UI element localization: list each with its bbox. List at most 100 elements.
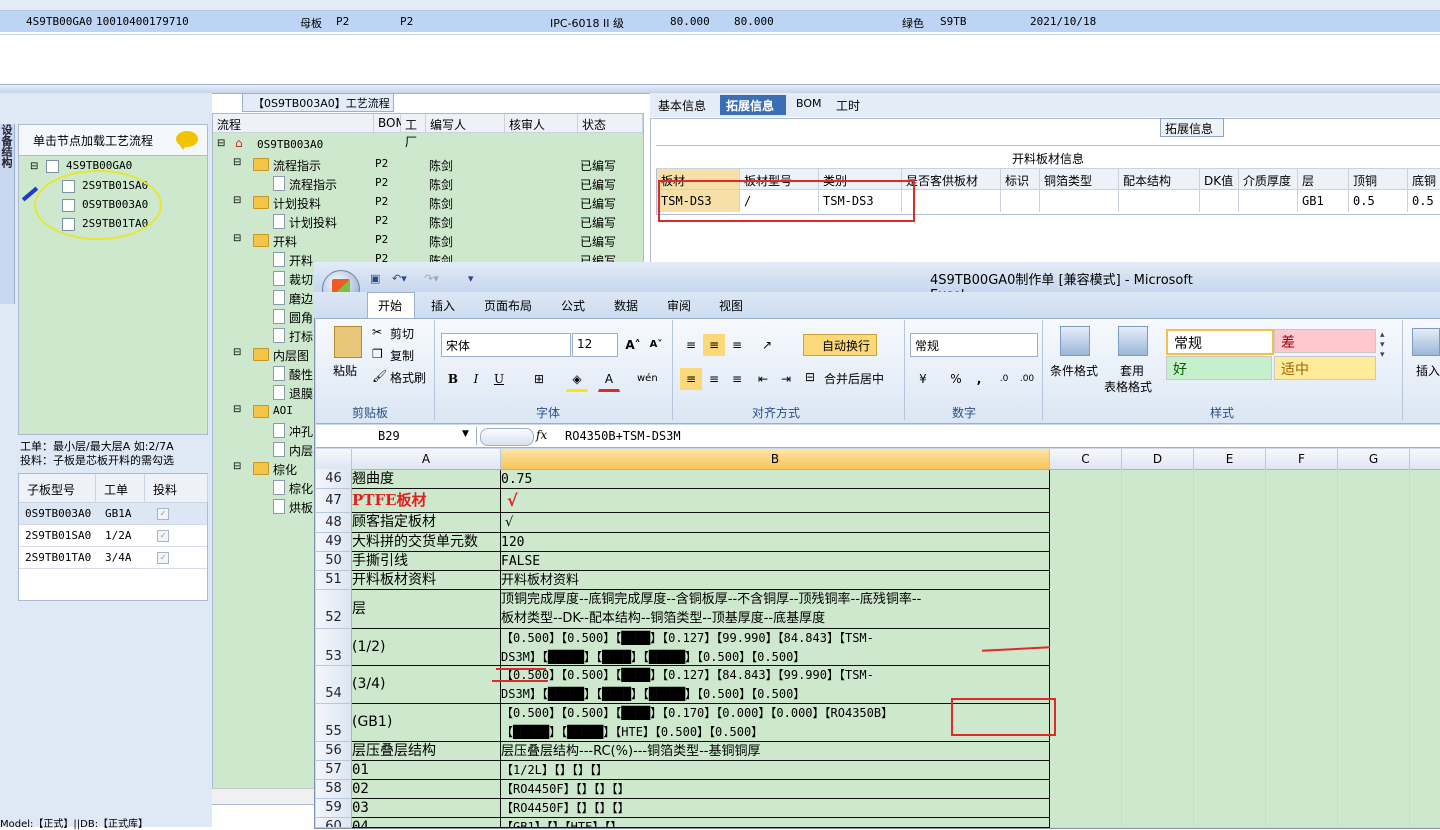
align-center-icon[interactable]: ≡ bbox=[703, 368, 725, 390]
customize-qat-icon[interactable]: ▾ bbox=[468, 272, 474, 286]
cell-b[interactable]: 【RO4450F】【】【】【】 bbox=[501, 799, 1050, 818]
paste-button[interactable]: 粘贴 bbox=[333, 362, 357, 379]
format-painter-button[interactable]: 格式刷 bbox=[390, 369, 426, 386]
feed-checkbox[interactable]: ✓ bbox=[157, 508, 169, 520]
row-header[interactable]: 55 bbox=[316, 704, 351, 742]
style-good[interactable]: 好 bbox=[1166, 356, 1272, 380]
tab-bom[interactable]: BOM bbox=[790, 95, 824, 115]
styles-scroll-icon[interactable]: ▴ ▾ ▾ bbox=[1380, 330, 1385, 360]
cell-a[interactable]: 层压叠层结构 bbox=[352, 742, 501, 761]
grow-font-icon[interactable]: A˄ bbox=[622, 334, 644, 356]
cell-a[interactable]: 层 bbox=[352, 590, 501, 629]
comma-icon[interactable]: , bbox=[968, 368, 990, 390]
align-middle-icon[interactable]: ≡ bbox=[703, 334, 725, 356]
row-header[interactable]: 58 bbox=[316, 780, 351, 799]
cell-a[interactable]: 顾客指定板材 bbox=[352, 513, 501, 533]
cell-b[interactable]: 顶铜完成厚度--底铜完成厚度--含铜板厚--不含铜厚--顶残铜率--底残铜率--… bbox=[501, 590, 1050, 629]
cell-a[interactable]: 大料拼的交货单元数 bbox=[352, 533, 501, 552]
tab-insert[interactable]: 插入 bbox=[431, 297, 455, 314]
row-header[interactable]: 56 bbox=[316, 742, 351, 761]
border-icon[interactable]: ⊞ bbox=[528, 368, 550, 390]
cell-b[interactable]: √ bbox=[501, 489, 1050, 513]
column-header-g[interactable]: G bbox=[1338, 449, 1410, 469]
cell-b[interactable]: 120 bbox=[501, 533, 1050, 552]
cell-a[interactable]: 手撕引线 bbox=[352, 552, 501, 571]
copy-button[interactable]: 复制 bbox=[390, 347, 414, 364]
format-as-table-line2[interactable]: 表格格式 bbox=[1104, 378, 1152, 395]
redo-icon[interactable]: ↷▾ bbox=[424, 272, 439, 286]
cell-a[interactable]: PTFE板材 bbox=[352, 489, 501, 513]
style-bad[interactable]: 差 bbox=[1274, 329, 1376, 353]
decrease-indent-icon[interactable]: ⇤ bbox=[752, 368, 774, 390]
font-name-select[interactable]: 宋体 bbox=[441, 333, 571, 357]
align-right-icon[interactable]: ≡ bbox=[726, 368, 748, 390]
formula-bar-expand-icon[interactable] bbox=[480, 428, 534, 446]
cell-b[interactable]: FALSE bbox=[501, 552, 1050, 571]
align-bottom-icon[interactable]: ≡ bbox=[726, 334, 748, 356]
tree-row[interactable]: ⊟ 开料 P2 陈剑 已编写 bbox=[213, 231, 643, 250]
font-color-icon[interactable]: A bbox=[598, 368, 620, 392]
top-grid-selected-row[interactable]: 4S9TB00GA0 10010400179710 母板 P2 P2 IPC-6… bbox=[0, 11, 1440, 32]
format-as-table-line1[interactable]: 套用 bbox=[1120, 362, 1144, 379]
board-cell[interactable] bbox=[1119, 190, 1200, 212]
table-row[interactable]: 0S9TB003A0 GB1A ✓ bbox=[19, 503, 207, 525]
format-painter-icon[interactable]: 🖌 bbox=[372, 369, 387, 383]
tab-extended-info[interactable]: 拓展信息 bbox=[720, 95, 786, 115]
row-header[interactable]: 46 bbox=[316, 470, 351, 489]
row-header[interactable]: 53 bbox=[316, 629, 351, 666]
cell-b[interactable]: 层压叠层结构---RC(%)---铜箔类型--基铜铜厚 bbox=[501, 742, 1050, 761]
board-cell[interactable] bbox=[1239, 190, 1298, 212]
tab-view[interactable]: 视图 bbox=[719, 297, 743, 314]
percent-icon[interactable]: % bbox=[945, 368, 967, 390]
number-format-select[interactable]: 常规 bbox=[910, 333, 1038, 357]
row-header[interactable]: 51 bbox=[316, 571, 351, 590]
cell-a[interactable]: 翘曲度 bbox=[352, 470, 501, 489]
cell-b[interactable]: 【0.500】【0.500】【████】【0.127】【99.990】【84.8… bbox=[501, 629, 1050, 666]
bold-icon[interactable]: B bbox=[442, 368, 464, 390]
tree-collapse-icon[interactable]: ⊟ bbox=[30, 161, 38, 172]
excel-title-bar[interactable] bbox=[314, 262, 1440, 292]
tab-home-label[interactable]: 开始 bbox=[378, 297, 402, 314]
board-cell[interactable]: 0.5 bbox=[1349, 190, 1408, 212]
cell-a[interactable]: 02 bbox=[352, 780, 501, 799]
board-cell[interactable]: 0.5 bbox=[1408, 190, 1440, 212]
merge-center-icon[interactable]: ⊟ bbox=[805, 370, 815, 384]
cell-a[interactable]: 03 bbox=[352, 799, 501, 818]
column-header-e[interactable]: E bbox=[1194, 449, 1266, 469]
conditional-format-icon[interactable] bbox=[1060, 326, 1090, 356]
column-header-f[interactable]: F bbox=[1266, 449, 1338, 469]
tab-page-layout[interactable]: 页面布局 bbox=[484, 297, 532, 314]
copy-icon[interactable]: ❐ bbox=[372, 347, 383, 361]
insert-function-icon[interactable]: fx bbox=[536, 428, 547, 442]
row-header[interactable]: 47 bbox=[316, 489, 351, 513]
style-neutral[interactable]: 适中 bbox=[1274, 356, 1376, 380]
increase-decimal-icon[interactable]: .0 bbox=[993, 368, 1015, 390]
cell-a[interactable]: (1/2) bbox=[352, 629, 501, 666]
tree-row[interactable]: ⊟ ⌂ 0S9TB003A0 bbox=[213, 136, 643, 155]
cell-a[interactable]: 01 bbox=[352, 761, 501, 780]
cell-a[interactable]: (3/4) bbox=[352, 666, 501, 704]
paste-icon[interactable] bbox=[334, 326, 362, 358]
cell-b[interactable]: 【1/2L】【】【】【】 bbox=[501, 761, 1050, 780]
table-row[interactable]: 2S9TB01SA0 1/2A ✓ bbox=[19, 525, 207, 547]
tab-work-hours[interactable]: 工时 bbox=[830, 95, 870, 115]
tab-formulas[interactable]: 公式 bbox=[561, 297, 585, 314]
currency-icon[interactable]: ¥ bbox=[912, 368, 934, 390]
cell-b[interactable]: 0.75 bbox=[501, 470, 1050, 489]
tree-node-checkbox[interactable] bbox=[46, 160, 59, 173]
board-cell[interactable] bbox=[1001, 190, 1040, 212]
conditional-format-button[interactable]: 条件格式 bbox=[1050, 362, 1098, 379]
cell-a[interactable]: 开料板材资料 bbox=[352, 571, 501, 590]
device-structure-tab[interactable]: 设备结构 bbox=[0, 124, 15, 304]
cell-b[interactable]: 开料板材资料 bbox=[501, 571, 1050, 590]
column-header-d[interactable]: D bbox=[1122, 449, 1194, 469]
cell-a[interactable]: (GB1) bbox=[352, 704, 501, 742]
font-size-select[interactable]: 12 bbox=[572, 333, 618, 357]
row-header[interactable]: 57 bbox=[316, 761, 351, 780]
format-as-table-icon[interactable] bbox=[1118, 326, 1148, 356]
tree-row[interactable]: 计划投料 P2 陈剑 已编写 bbox=[213, 212, 643, 231]
cut-button[interactable]: 剪切 bbox=[390, 325, 414, 342]
row-header[interactable]: 49 bbox=[316, 533, 351, 552]
align-left-icon[interactable]: ≡ bbox=[680, 368, 702, 390]
row-header[interactable]: 50 bbox=[316, 552, 351, 571]
